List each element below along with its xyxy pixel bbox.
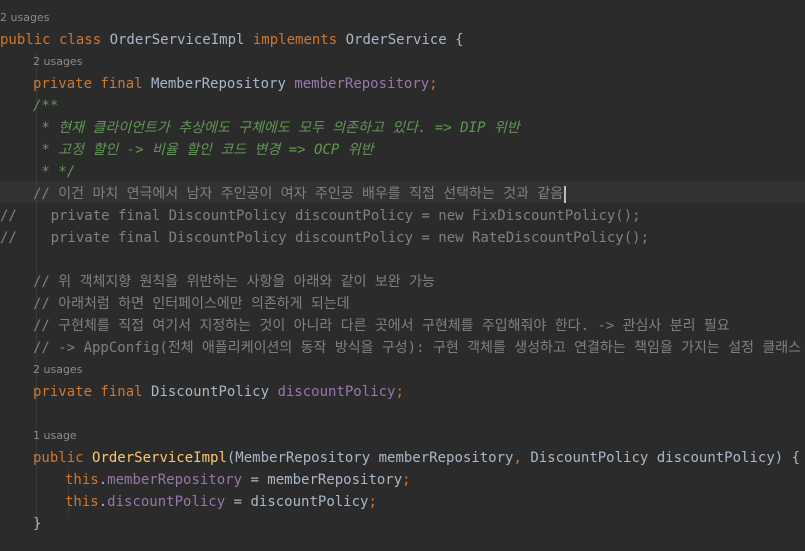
code-line[interactable]: private final DiscountPolicy discountPol… <box>33 381 805 403</box>
code-token: // 위 객체지향 원칙을 위반하는 사항을 아래와 같이 보완 가능 <box>33 274 435 290</box>
code-token: // -> AppConfig(전체 애플리케이션의 동작 방식을 구성): 구… <box>33 340 802 356</box>
code-token: , <box>513 450 531 466</box>
usage-hint[interactable]: 2 usages <box>33 359 805 381</box>
code-token: = memberRepository <box>242 472 403 488</box>
code-line[interactable]: // 위 객체지향 원칙을 위반하는 사항을 아래와 같이 보완 가능 <box>33 271 805 293</box>
code-line[interactable]: // private final DiscountPolicy discount… <box>0 227 805 249</box>
code-line[interactable]: public OrderServiceImpl(MemberRepository… <box>33 447 805 469</box>
code-token: ; <box>395 384 404 400</box>
code-token: discountPolicy <box>107 494 226 510</box>
code-token: * 고정 할인 -> 비율 할인 코드 변경 => OCP 위반 <box>33 142 374 158</box>
code-line[interactable] <box>33 249 805 271</box>
code-line[interactable]: * 현재 클라이언트가 추상에도 구체에도 모두 의존하고 있다. => DIP… <box>33 117 805 139</box>
code-token: // 아래처럼 하면 인터페이스에만 의존하게 되는데 <box>33 296 350 312</box>
code-line[interactable]: // 구현체를 직접 여기서 지정하는 것이 아니라 다른 곳에서 구현체를 주… <box>33 315 805 337</box>
code-token: OrderServiceImpl <box>109 32 253 48</box>
code-token: OrderServiceImpl <box>92 450 227 466</box>
code-token: * */ <box>33 164 76 180</box>
usage-hint[interactable]: 2 usages <box>33 51 805 73</box>
usage-hint[interactable]: 1 usage <box>33 425 805 447</box>
code-token: ; <box>368 494 377 510</box>
code-line[interactable]: // 이건 마치 연극에서 남자 주인공이 여자 주인공 배우를 직접 선택하는… <box>33 183 805 205</box>
code-token: (MemberRepository memberRepository <box>226 450 514 466</box>
code-line[interactable]: // 아래처럼 하면 인터페이스에만 의존하게 되는데 <box>33 293 805 315</box>
code-line[interactable]: public class OrderServiceImpl implements… <box>0 29 805 51</box>
code-token: MemberRepository <box>151 76 295 92</box>
code-token: public class <box>0 32 110 48</box>
code-token: ; <box>402 472 411 488</box>
code-token: ; <box>429 76 438 92</box>
code-token: implements <box>252 32 346 48</box>
code-line[interactable]: this.memberRepository = memberRepository… <box>65 469 805 491</box>
code-token: // private final DiscountPolicy discount… <box>0 208 641 224</box>
code-line[interactable]: } <box>33 513 805 535</box>
code-token: memberRepository <box>107 472 243 488</box>
code-token: . <box>98 494 108 510</box>
code-line[interactable]: // private final DiscountPolicy discount… <box>0 205 805 227</box>
code-token: discountPolicy <box>277 384 396 400</box>
code-line[interactable]: * 고정 할인 -> 비율 할인 코드 변경 => OCP 위반 <box>33 139 805 161</box>
code-token: // 구현체를 직접 여기서 지정하는 것이 아니라 다른 곳에서 구현체를 주… <box>33 318 730 334</box>
code-token: OrderService { <box>345 32 464 48</box>
code-line[interactable]: // -> AppConfig(전체 애플리케이션의 동작 방식을 구성): 구… <box>33 337 805 359</box>
usage-hint[interactable]: 2 usages <box>0 7 805 29</box>
code-line[interactable]: private final MemberRepository memberRep… <box>33 73 805 95</box>
code-token: // private final DiscountPolicy discount… <box>0 230 650 246</box>
code-token: private final <box>33 76 152 92</box>
code-token: public <box>33 450 93 466</box>
code-token: DiscountPolicy <box>151 384 278 400</box>
code-line[interactable]: this.discountPolicy = discountPolicy; <box>65 491 805 513</box>
code-token: } <box>33 516 42 532</box>
code-token: = discountPolicy <box>225 494 369 510</box>
code-token: private final <box>33 384 152 400</box>
code-line[interactable]: * */ <box>33 161 805 183</box>
code-token: * 현재 클라이언트가 추상에도 구체에도 모두 의존하고 있다. => DIP… <box>33 120 520 136</box>
code-editor[interactable]: 2 usages public class OrderServiceImpl im… <box>0 0 805 551</box>
text-caret <box>564 185 567 203</box>
code-token: DiscountPolicy discountPolicy) { <box>530 450 801 466</box>
code-token: /** <box>33 98 59 114</box>
code-line[interactable] <box>33 403 805 425</box>
code-token: this <box>65 472 99 488</box>
code-token: this <box>65 494 99 510</box>
code-token: . <box>98 472 108 488</box>
code-line[interactable]: /** <box>33 95 805 117</box>
code-token: memberRepository <box>294 76 430 92</box>
code-token: // 이건 마치 연극에서 남자 주인공이 여자 주인공 배우를 직접 선택하는… <box>33 186 564 202</box>
